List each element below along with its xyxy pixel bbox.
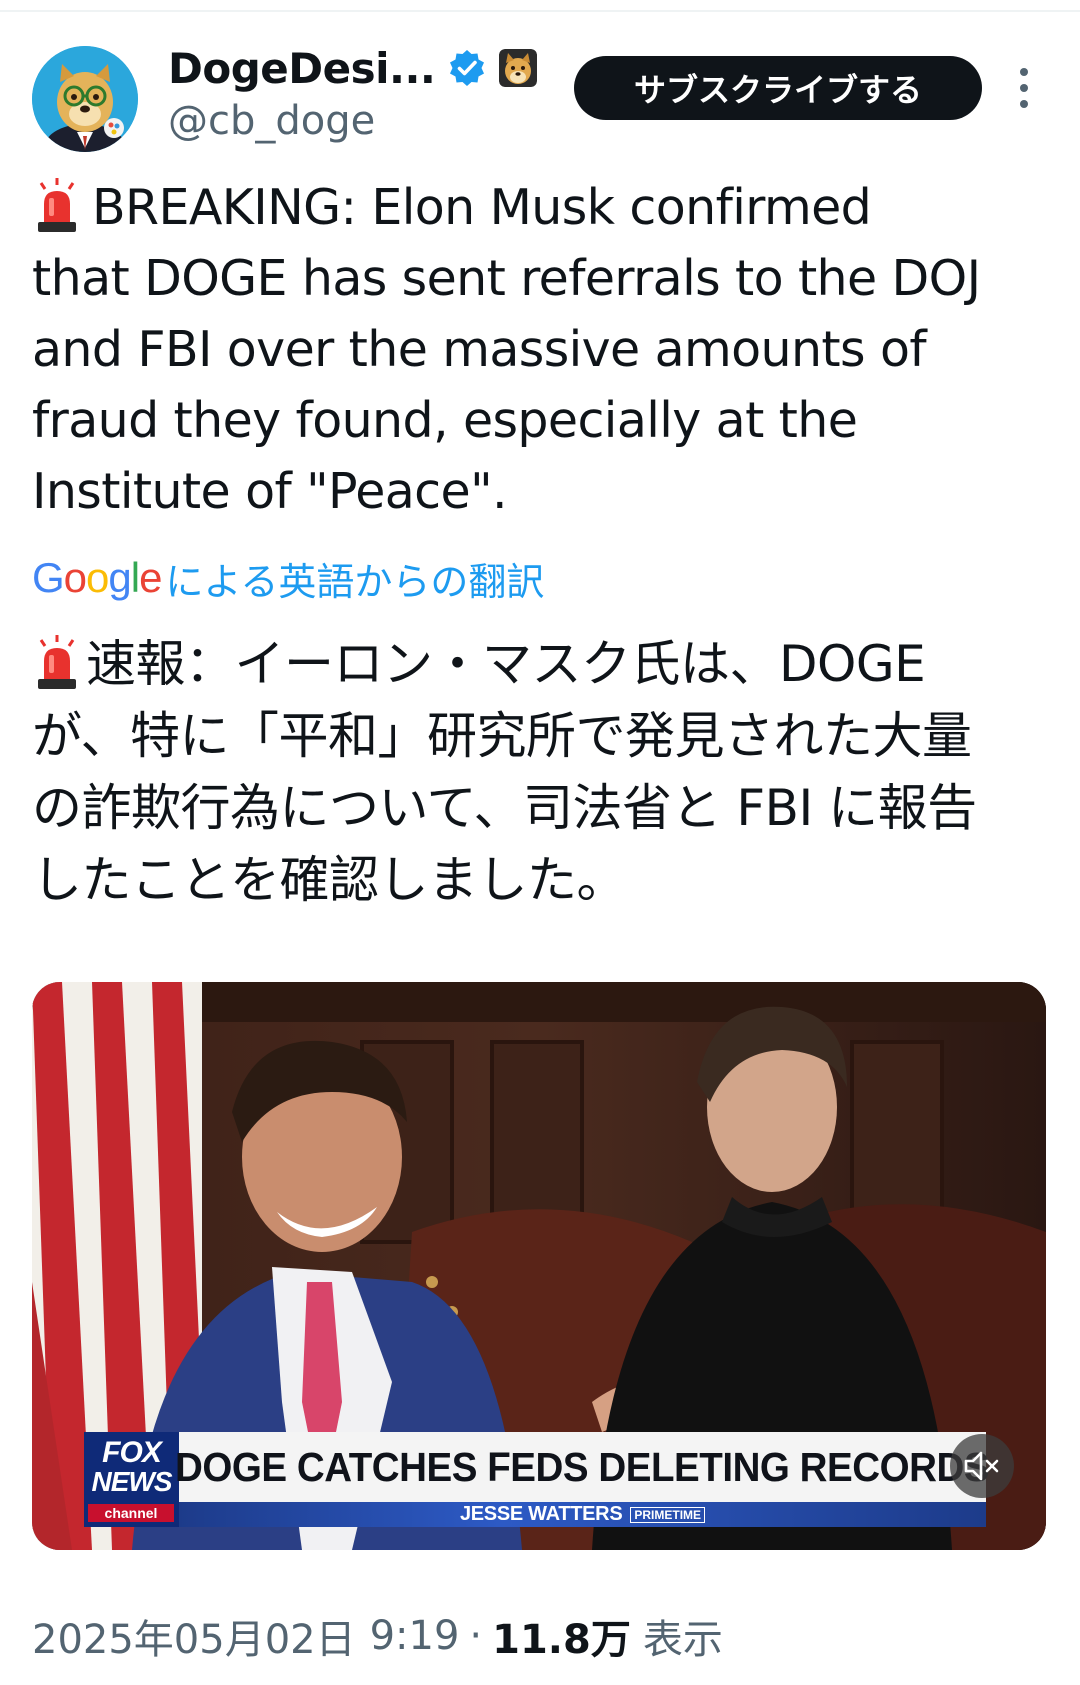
translation-label: による英語からの翻訳: [165, 559, 545, 604]
more-dot: [1020, 84, 1028, 92]
video-player[interactable]: FOX NEWS channel DOGE CATCHES FEDS DELET…: [32, 982, 1046, 1550]
doge-affiliate-icon: [499, 49, 538, 87]
news-chyron: FOX NEWS channel DOGE CATCHES FEDS DELET…: [84, 1432, 990, 1527]
top-divider: [0, 10, 1080, 12]
views-count: 11.8万: [492, 1617, 631, 1663]
translation-body: 速報：イーロン・マスク氏は、DOGE が、特に「平和」研究所で発見された大量 の…: [32, 635, 977, 909]
more-options-icon[interactable]: [1014, 68, 1034, 108]
network-line2: NEWS: [91, 1466, 173, 1497]
network-line1: FOX: [102, 1436, 162, 1469]
chyron-show-bar: JESSE WATTERS PRIMETIME: [179, 1502, 986, 1527]
tweet-body: BREAKING: Elon Musk confirmed that DOGE …: [32, 179, 981, 520]
google-logo: Google: [32, 554, 162, 601]
more-dot: [1020, 68, 1028, 76]
subscribe-button[interactable]: サブスクライブする: [574, 56, 982, 120]
siren-icon: [38, 635, 76, 689]
meta-separator: ·: [469, 1613, 483, 1659]
muted-speaker-icon: [964, 1451, 999, 1481]
tweet-time[interactable]: 9:19: [370, 1613, 460, 1659]
author-display-name[interactable]: DogeDesi...: [168, 44, 436, 93]
siren-icon: [38, 178, 76, 232]
tweet-meta: 2025年05月02日 9:19 · 11.8万 表示: [32, 1606, 723, 1666]
show-tag: PRIMETIME: [630, 1506, 706, 1523]
chyron-headline-bar: DOGE CATCHES FEDS DELETING RECORDS: [175, 1432, 990, 1502]
author-name-row: DogeDesi...: [168, 38, 538, 98]
tweet-text: BREAKING: Elon Musk confirmed that DOGE …: [32, 172, 1032, 527]
network-line3: channel: [88, 1504, 174, 1522]
mute-toggle-button[interactable]: [950, 1434, 1014, 1498]
author-avatar[interactable]: [32, 46, 138, 152]
more-dot: [1020, 100, 1028, 108]
tweet-date[interactable]: 2025年05月02日: [32, 1607, 356, 1665]
verified-badge-icon: [450, 50, 485, 86]
views-label: 表示: [642, 1617, 723, 1663]
author-handle[interactable]: @cb_doge: [168, 98, 375, 144]
show-name: JESSE WATTERS: [459, 1503, 623, 1525]
translation-attribution[interactable]: Google による英語からの翻訳: [32, 550, 544, 606]
chyron-headline: DOGE CATCHES FEDS DELETING RECORDS: [175, 1443, 990, 1490]
translated-text: 速報：イーロン・マスク氏は、DOGE が、特に「平和」研究所で発見された大量 の…: [32, 628, 1042, 916]
fox-news-logo: FOX NEWS channel: [84, 1432, 179, 1527]
